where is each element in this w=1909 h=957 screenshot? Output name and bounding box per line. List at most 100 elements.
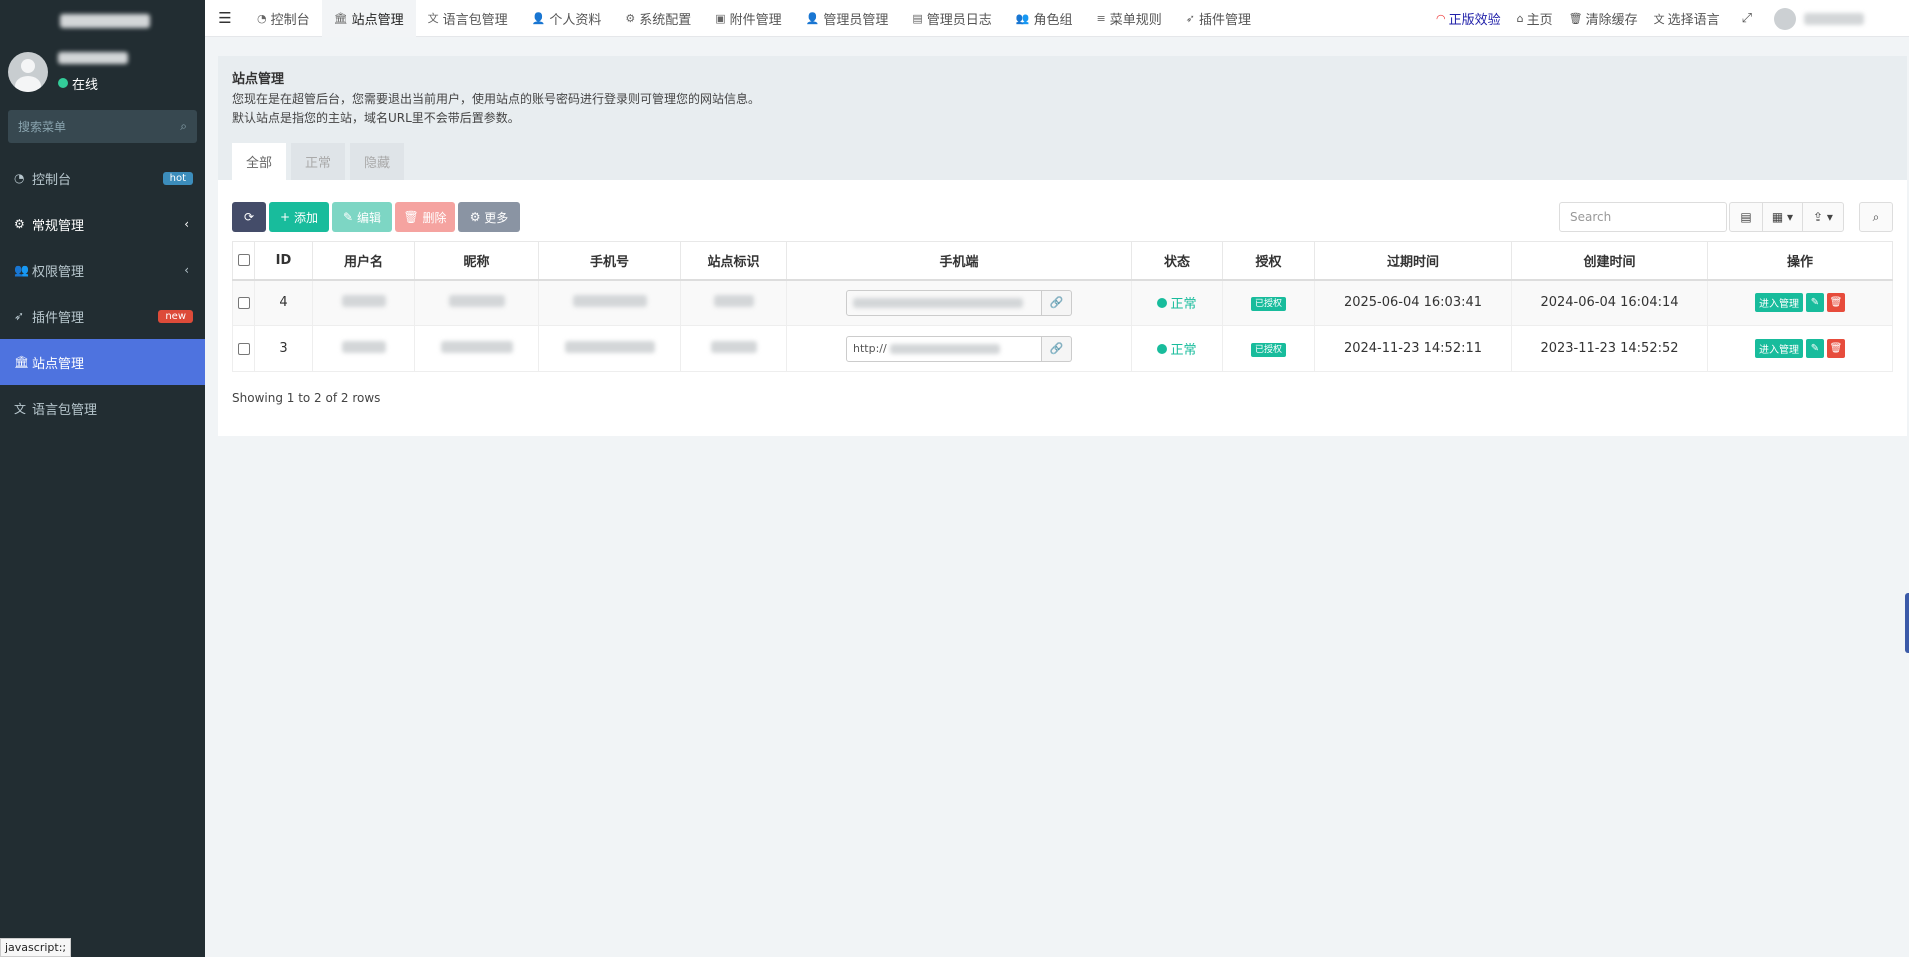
open-link-button[interactable]: 🔗 [1042, 289, 1072, 316]
row-edit-button[interactable]: ✎ [1806, 339, 1824, 358]
user-status: 在线 [58, 74, 128, 93]
users-icon: 👥 [14, 263, 29, 277]
row-edit-button[interactable]: ✎ [1806, 293, 1824, 313]
main-content: 站点管理 您现在是在超管后台，您需要退出当前用户，使用站点的账号密码进行登录则可… [218, 56, 1907, 436]
more-button[interactable]: ⚙ 更多 [458, 202, 520, 232]
cell-expire: 2025-06-04 16:03:41 [1314, 279, 1512, 326]
tab-language[interactable]: 文语言包管理 [416, 0, 520, 37]
row-delete-button[interactable]: 🗑 [1827, 293, 1845, 313]
col-created[interactable]: 创建时间 [1511, 241, 1708, 281]
panel-heading: 站点管理 您现在是在超管后台，您需要退出当前用户，使用站点的账号密码进行登录则可… [218, 56, 1907, 180]
delete-button[interactable]: 🗑 删除 [395, 202, 455, 232]
genuine-check-link[interactable]: ◠ 正版效验 [1428, 9, 1509, 28]
cell-status: 正常 [1131, 279, 1223, 326]
col-nickname[interactable]: 昵称 [414, 241, 539, 281]
pagination-info: Showing 1 to 2 of 2 rows [232, 391, 381, 405]
link-icon: 🔗 [1049, 296, 1064, 310]
row-delete-button[interactable]: 🗑 [1827, 339, 1845, 358]
cell-phone [538, 279, 681, 326]
sidebar-item-addons[interactable]: ➶ 插件管理 new [0, 293, 205, 339]
edit-button[interactable]: ✎ 编辑 [332, 202, 392, 232]
brand-logo[interactable] [0, 0, 205, 42]
tab-dashboard[interactable]: ◔ 控制台 [245, 0, 322, 37]
home-link[interactable]: ⌂ 主页 [1509, 9, 1561, 28]
tab-sites[interactable]: 🏛 站点管理 [321, 0, 416, 37]
username-redacted [1804, 12, 1864, 25]
col-site-id[interactable]: 站点标识 [680, 241, 787, 281]
fullscreen-icon[interactable]: ⤢ [1728, 11, 1766, 26]
tab-hidden[interactable]: 隐藏 [350, 143, 405, 180]
sidebar-item-language[interactable]: 文 语言包管理 [0, 385, 205, 431]
col-expire[interactable]: 过期时间 [1314, 241, 1512, 281]
sidebar-item-auth[interactable]: 👥 权限管理 ‹ [0, 247, 205, 293]
dashboard-icon: ◔ [14, 171, 25, 185]
mobile-url-field[interactable]: http:// [846, 335, 1042, 362]
col-mobile[interactable]: 手机端 [786, 241, 1132, 281]
col-id[interactable]: ID [254, 241, 313, 281]
advanced-search-button[interactable]: ⌕ [1859, 202, 1893, 232]
columns-button[interactable]: ▦ ▾ [1762, 202, 1803, 232]
user-menu[interactable] [1766, 7, 1909, 30]
enter-manage-button[interactable]: 进入管理 [1755, 339, 1803, 358]
table-search-input[interactable]: Search [1559, 202, 1727, 232]
language-icon: 文 [427, 12, 439, 25]
tab-rules[interactable]: ≡ 菜单规则 [1085, 0, 1174, 37]
page-title: 站点管理 [232, 72, 285, 87]
new-badge: new [158, 309, 193, 323]
select-language-link[interactable]: 文选择语言 [1646, 9, 1728, 29]
bank-icon: 🏛 [333, 11, 348, 25]
refresh-button[interactable]: ⟳ [232, 202, 266, 232]
cell-actions: 进入管理 ✎ 🗑 [1707, 325, 1893, 372]
sidebar: 在线 搜索菜单 ⌕ ◔ 控制台 hot ⚙ 常规管理 ‹ 👥 权限管理 ‹ ➶ … [0, 0, 205, 957]
row-select-cell [232, 325, 255, 372]
cell-id: 4 [254, 279, 313, 326]
status-dot-icon [1157, 343, 1168, 354]
page-description-line1: 您现在是在超管后台，您需要退出当前用户，使用站点的账号密码进行登录则可管理您的网… [232, 92, 761, 106]
col-username[interactable]: 用户名 [312, 241, 415, 281]
row-select-cell [232, 279, 255, 326]
tab-admin-log[interactable]: ▤ 管理员日志 [900, 0, 1003, 37]
export-button[interactable]: ⇪ ▾ [1802, 202, 1844, 232]
cell-username [312, 279, 415, 326]
row-checkbox[interactable] [237, 342, 250, 355]
language-icon: 文 [14, 401, 27, 416]
tab-admins[interactable]: 👤 管理员管理 [794, 0, 901, 37]
select-all-checkbox[interactable] [237, 254, 250, 267]
online-dot-icon [58, 78, 68, 88]
tab-normal[interactable]: 正常 [291, 143, 346, 180]
table-row: 3 http:// 🔗 正常 已授权 2024-11-23 14:52:11 2… [232, 325, 1893, 372]
tab-groups[interactable]: 👥 角色组 [1004, 0, 1085, 37]
tab-profile[interactable]: 👤 个人资料 [520, 0, 614, 37]
user-avatar [8, 52, 48, 92]
toggle-view-button[interactable]: ▤ [1729, 202, 1763, 232]
open-link-button[interactable]: 🔗 [1042, 335, 1072, 362]
enter-manage-button[interactable]: 进入管理 [1755, 293, 1803, 313]
col-auth[interactable]: 授权 [1222, 241, 1315, 281]
tab-addons[interactable]: ➶ 插件管理 [1174, 0, 1263, 37]
col-status[interactable]: 状态 [1131, 241, 1223, 281]
cell-actions: 进入管理 ✎ 🗑 [1707, 279, 1893, 326]
user-icon: 👤 [805, 11, 820, 25]
search-icon[interactable]: ⌕ [180, 119, 187, 134]
sidebar-item-sites[interactable]: 🏛 站点管理 [0, 339, 205, 385]
side-drawer-handle[interactable] [1905, 593, 1909, 653]
pencil-icon: ✎ [1810, 343, 1820, 354]
username-redacted [58, 51, 128, 64]
col-actions: 操作 [1707, 241, 1893, 281]
tab-attachments[interactable]: ▣ 附件管理 [703, 0, 793, 37]
cell-mobile: http:// 🔗 [786, 325, 1132, 372]
col-phone[interactable]: 手机号 [538, 241, 681, 281]
bars-icon: ≡ [1096, 11, 1106, 25]
clear-cache-link[interactable]: 🗑 清除缓存 [1561, 9, 1646, 28]
sidebar-item-dashboard[interactable]: ◔ 控制台 hot [0, 155, 205, 201]
mobile-url-field[interactable] [846, 289, 1042, 316]
tab-config[interactable]: ⚙ 系统配置 [613, 0, 703, 37]
refresh-icon: ⟳ [243, 210, 255, 224]
row-checkbox[interactable] [237, 296, 250, 309]
tab-all[interactable]: 全部 [232, 143, 287, 180]
add-button[interactable]: + 添加 [269, 202, 329, 232]
sidebar-item-general[interactable]: ⚙ 常规管理 ‹ [0, 201, 205, 247]
menu-search-input[interactable]: 搜索菜单 ⌕ [8, 110, 197, 143]
rocket-icon: ➶ [1185, 11, 1195, 25]
menu-toggle-icon[interactable]: ☰ [205, 9, 245, 27]
